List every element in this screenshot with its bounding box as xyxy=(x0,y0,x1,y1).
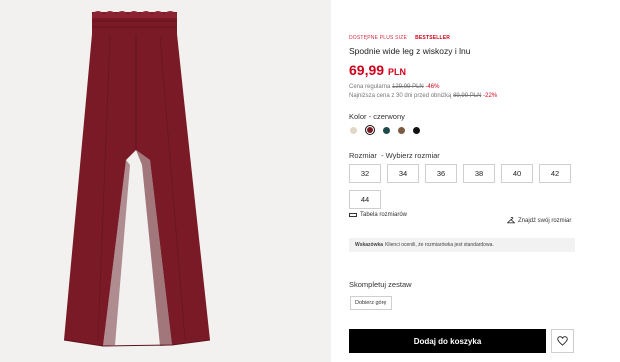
price: 69,99 PLN xyxy=(349,62,406,78)
heart-icon xyxy=(557,336,568,346)
lowest-price-line: Najniższa cena z 30 dni przed obniżką 89… xyxy=(349,93,497,99)
price-currency: PLN xyxy=(388,67,407,77)
color-label: Kolor - czerwony xyxy=(349,112,405,121)
product-image-panel xyxy=(0,0,331,362)
color-swatch[interactable] xyxy=(383,126,390,134)
hint-title: Wskazówka xyxy=(355,242,384,248)
badge-plus-size: DOSTĘPNE PLUS SIZE xyxy=(349,35,408,41)
regular-price-label: Cena regularna xyxy=(349,84,391,90)
color-swatch[interactable] xyxy=(413,126,420,134)
hint-text: Klienci ocenili, że rozmiarówka jest sta… xyxy=(385,242,494,248)
color-swatch[interactable] xyxy=(350,126,357,134)
find-size-label: Znajdź swój rozmiar xyxy=(518,217,572,224)
lowest-discount: -22% xyxy=(483,93,498,99)
regular-price-value: 129,99 PLN xyxy=(392,84,424,90)
regular-price-line: Cena regularna 129,99 PLN -46% xyxy=(349,84,439,90)
choose-top-button[interactable]: Dobierz górę xyxy=(350,296,392,310)
hint-box: Wskazówka Klienci ocenili, że rozmiarówk… xyxy=(349,238,575,252)
complete-set-label: Skompletuj zestaw xyxy=(349,280,412,289)
size-label: Rozmiar - Wybierz rozmiar xyxy=(349,151,440,160)
size-options: 32 34 36 38 40 42 44 xyxy=(349,164,571,209)
hanger-icon xyxy=(507,217,515,224)
size-option-40[interactable]: 40 xyxy=(501,164,533,183)
size-option-34[interactable]: 34 xyxy=(387,164,419,183)
color-label-text: Kolor xyxy=(349,112,367,121)
color-swatches xyxy=(350,125,420,135)
size-label-text: Rozmiar xyxy=(349,151,377,160)
badges: DOSTĘPNE PLUS SIZE BESTSELLER xyxy=(349,35,450,41)
color-swatch-selected[interactable] xyxy=(365,125,375,135)
size-option-42[interactable]: 42 xyxy=(539,164,571,183)
size-table-label: Tabela rozmiarów xyxy=(360,212,408,218)
current-price: 69,99 xyxy=(349,62,385,78)
favorite-button[interactable] xyxy=(551,329,574,353)
lowest-price-label: Najniższa cena z 30 dni przed obniżką xyxy=(349,93,452,99)
ruler-icon xyxy=(349,213,357,217)
regular-discount: -46% xyxy=(425,84,440,90)
size-prompt: Wybierz rozmiar xyxy=(385,151,440,160)
product-info: DOSTĘPNE PLUS SIZE BESTSELLER Spodnie wi… xyxy=(349,0,579,362)
size-option-38[interactable]: 38 xyxy=(463,164,495,183)
size-table-link[interactable]: Tabela rozmiarów xyxy=(349,212,407,218)
color-swatch[interactable] xyxy=(398,126,405,134)
size-option-32[interactable]: 32 xyxy=(349,164,381,183)
lowest-price-value: 89,99 PLN xyxy=(453,93,482,99)
find-size-link[interactable]: Znajdź swój rozmiar xyxy=(507,217,571,224)
product-image[interactable] xyxy=(0,0,331,362)
size-option-44[interactable]: 44 xyxy=(349,190,381,209)
color-selected: czerwony xyxy=(373,112,405,121)
product-title: Spodnie wide leg z wiskozy i lnu xyxy=(349,46,471,56)
badge-bestseller: BESTSELLER xyxy=(415,35,451,41)
size-option-36[interactable]: 36 xyxy=(425,164,457,183)
color-swatch-fill xyxy=(367,127,373,133)
add-to-cart-button[interactable]: Dodaj do koszyka xyxy=(349,329,546,353)
